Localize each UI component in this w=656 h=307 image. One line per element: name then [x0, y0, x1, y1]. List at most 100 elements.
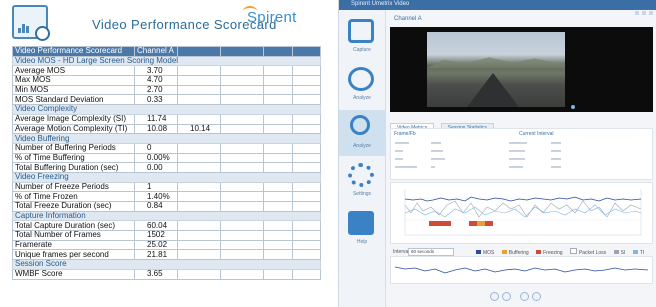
table-row: Average Image Complexity (SI) 11.74 [12, 113, 321, 125]
freeze-marker [485, 221, 493, 226]
video-frame [427, 32, 565, 107]
metric-value-secondary [177, 220, 221, 232]
sidebar-item-label: Capture [353, 47, 371, 53]
metric-value: 0.00 [134, 162, 178, 173]
timeline-svg [404, 189, 642, 236]
metric-value-secondary [177, 75, 221, 86]
metric-value: 0.00% [134, 152, 178, 164]
empty-cell [220, 181, 264, 193]
metric-value: 3.70 [134, 65, 178, 77]
metric-value-secondary [177, 239, 221, 251]
metric-value: 0.84 [134, 201, 178, 212]
empty-cell [220, 162, 264, 173]
empty-cell [292, 191, 321, 202]
metric-value-secondary [177, 113, 221, 125]
window-title: Spirent Umetrix Video [351, 1, 410, 7]
stop-button[interactable] [520, 292, 529, 301]
empty-cell [220, 65, 264, 77]
metric-value-secondary [177, 65, 221, 77]
empty-cell [220, 268, 264, 280]
empty-cell [292, 142, 321, 154]
forward-button[interactable] [532, 292, 541, 301]
section-label: Session Score [12, 259, 321, 270]
section-label: Video MOS - HD Large Screen Scoring Mode… [12, 55, 321, 67]
rewind-button[interactable] [490, 292, 499, 301]
metric-value-secondary [177, 249, 221, 261]
table-row: Total Number of Frames 1502 [12, 230, 321, 241]
legend-swatch-si-icon [613, 250, 619, 254]
metric-label: Min MOS [12, 84, 135, 96]
empty-cell [263, 220, 293, 232]
legend-item-packet-loss[interactable]: Packet Loss [569, 248, 606, 256]
sidebar-item-label: Analyze [353, 143, 371, 149]
empty-cell [263, 191, 293, 202]
mos-overview-graph[interactable] [390, 256, 653, 284]
play-button[interactable] [502, 292, 511, 301]
legend-item-freezing[interactable]: Freezing [536, 250, 563, 256]
metric-label: Number of Buffering Periods [12, 142, 135, 154]
empty-cell [263, 84, 293, 96]
metric-label: Total Freeze Duration (sec) [12, 201, 135, 212]
metric-value: 0.33 [134, 94, 178, 106]
empty-cell [263, 152, 293, 164]
metrics-timeline-graph[interactable] [390, 182, 653, 244]
scorecard-header: Video Performance Scorecard Spirent [0, 0, 326, 44]
brand-logo: Spirent [243, 6, 297, 26]
empty-cell [292, 152, 321, 164]
metric-value: 60.04 [134, 220, 178, 232]
legend-item-si[interactable]: SI [613, 250, 625, 256]
video-player[interactable] [390, 27, 653, 112]
empty-cell [220, 201, 264, 212]
metric-value: 4.70 [134, 75, 178, 86]
metric-value: 1502 [134, 230, 178, 241]
metric-value: 25.02 [134, 239, 178, 251]
metric-value-secondary: 10.14 [177, 123, 221, 135]
legend-swatch-ti-icon [632, 250, 638, 254]
scorecard-logo-icon [12, 5, 50, 41]
legend-item-ti[interactable]: TI [632, 250, 644, 256]
empty-cell [292, 201, 321, 212]
sidebar-item-settings[interactable]: Settings [339, 158, 385, 204]
sidebar-item-analyze[interactable]: Analyze [339, 62, 385, 108]
legend-swatch-mos-icon [476, 250, 481, 254]
sidebar-item-capture[interactable]: Capture [339, 14, 385, 60]
mos-overview-svg [394, 266, 649, 274]
metric-value-secondary [177, 201, 221, 212]
metric-value-secondary [177, 162, 221, 173]
empty-cell [220, 239, 264, 251]
empty-cell [263, 65, 293, 77]
legend-item-buffering[interactable]: Buffering [501, 250, 529, 256]
empty-cell [292, 268, 321, 280]
metric-value-secondary [177, 191, 221, 202]
metric-value-secondary [177, 181, 221, 193]
stats-detail-lines [395, 142, 561, 168]
section-label: Video Buffering [12, 133, 321, 144]
interval-select[interactable]: 60 seconds [408, 248, 454, 256]
sidebar: Capture Analyze Analyze Settings Help [339, 10, 386, 307]
table-row: % of Time Buffering 0.00% [12, 152, 321, 164]
empty-cell [292, 230, 321, 241]
empty-cell [292, 220, 321, 232]
table-row: Average MOS 3.70 [12, 65, 321, 77]
table-row: Min MOS 2.70 [12, 84, 321, 96]
metric-label: MOS Standard Deviation [12, 94, 135, 106]
main-content: Channel A Video Metrics Session Statisti… [390, 10, 653, 307]
table-row: % of Time Frozen 1.40% [12, 191, 321, 202]
metric-value-secondary [177, 268, 221, 280]
empty-cell [220, 249, 264, 261]
table-section-row: Video Freezing [12, 171, 321, 183]
camera-icon [348, 19, 374, 43]
metric-value: 11.74 [134, 113, 178, 125]
metric-label: Total Number of Frames [12, 230, 135, 241]
metric-label: Average Image Complexity (SI) [12, 113, 135, 125]
empty-cell [292, 84, 321, 96]
sidebar-item-analyze-active[interactable]: Analyze [339, 110, 385, 156]
legend-item-mos[interactable]: MOS [476, 250, 494, 256]
empty-cell [263, 123, 293, 135]
metric-value: 10.08 [134, 123, 178, 135]
scorecard-panel: Video Performance Scorecard Spirent Vide… [0, 0, 326, 307]
table-row: Average Motion Complexity (TI) 10.08 10.14 [12, 123, 321, 135]
sidebar-item-help[interactable]: Help [339, 206, 385, 252]
metric-label: Max MOS [12, 75, 135, 86]
section-label: Capture Information [12, 210, 321, 222]
